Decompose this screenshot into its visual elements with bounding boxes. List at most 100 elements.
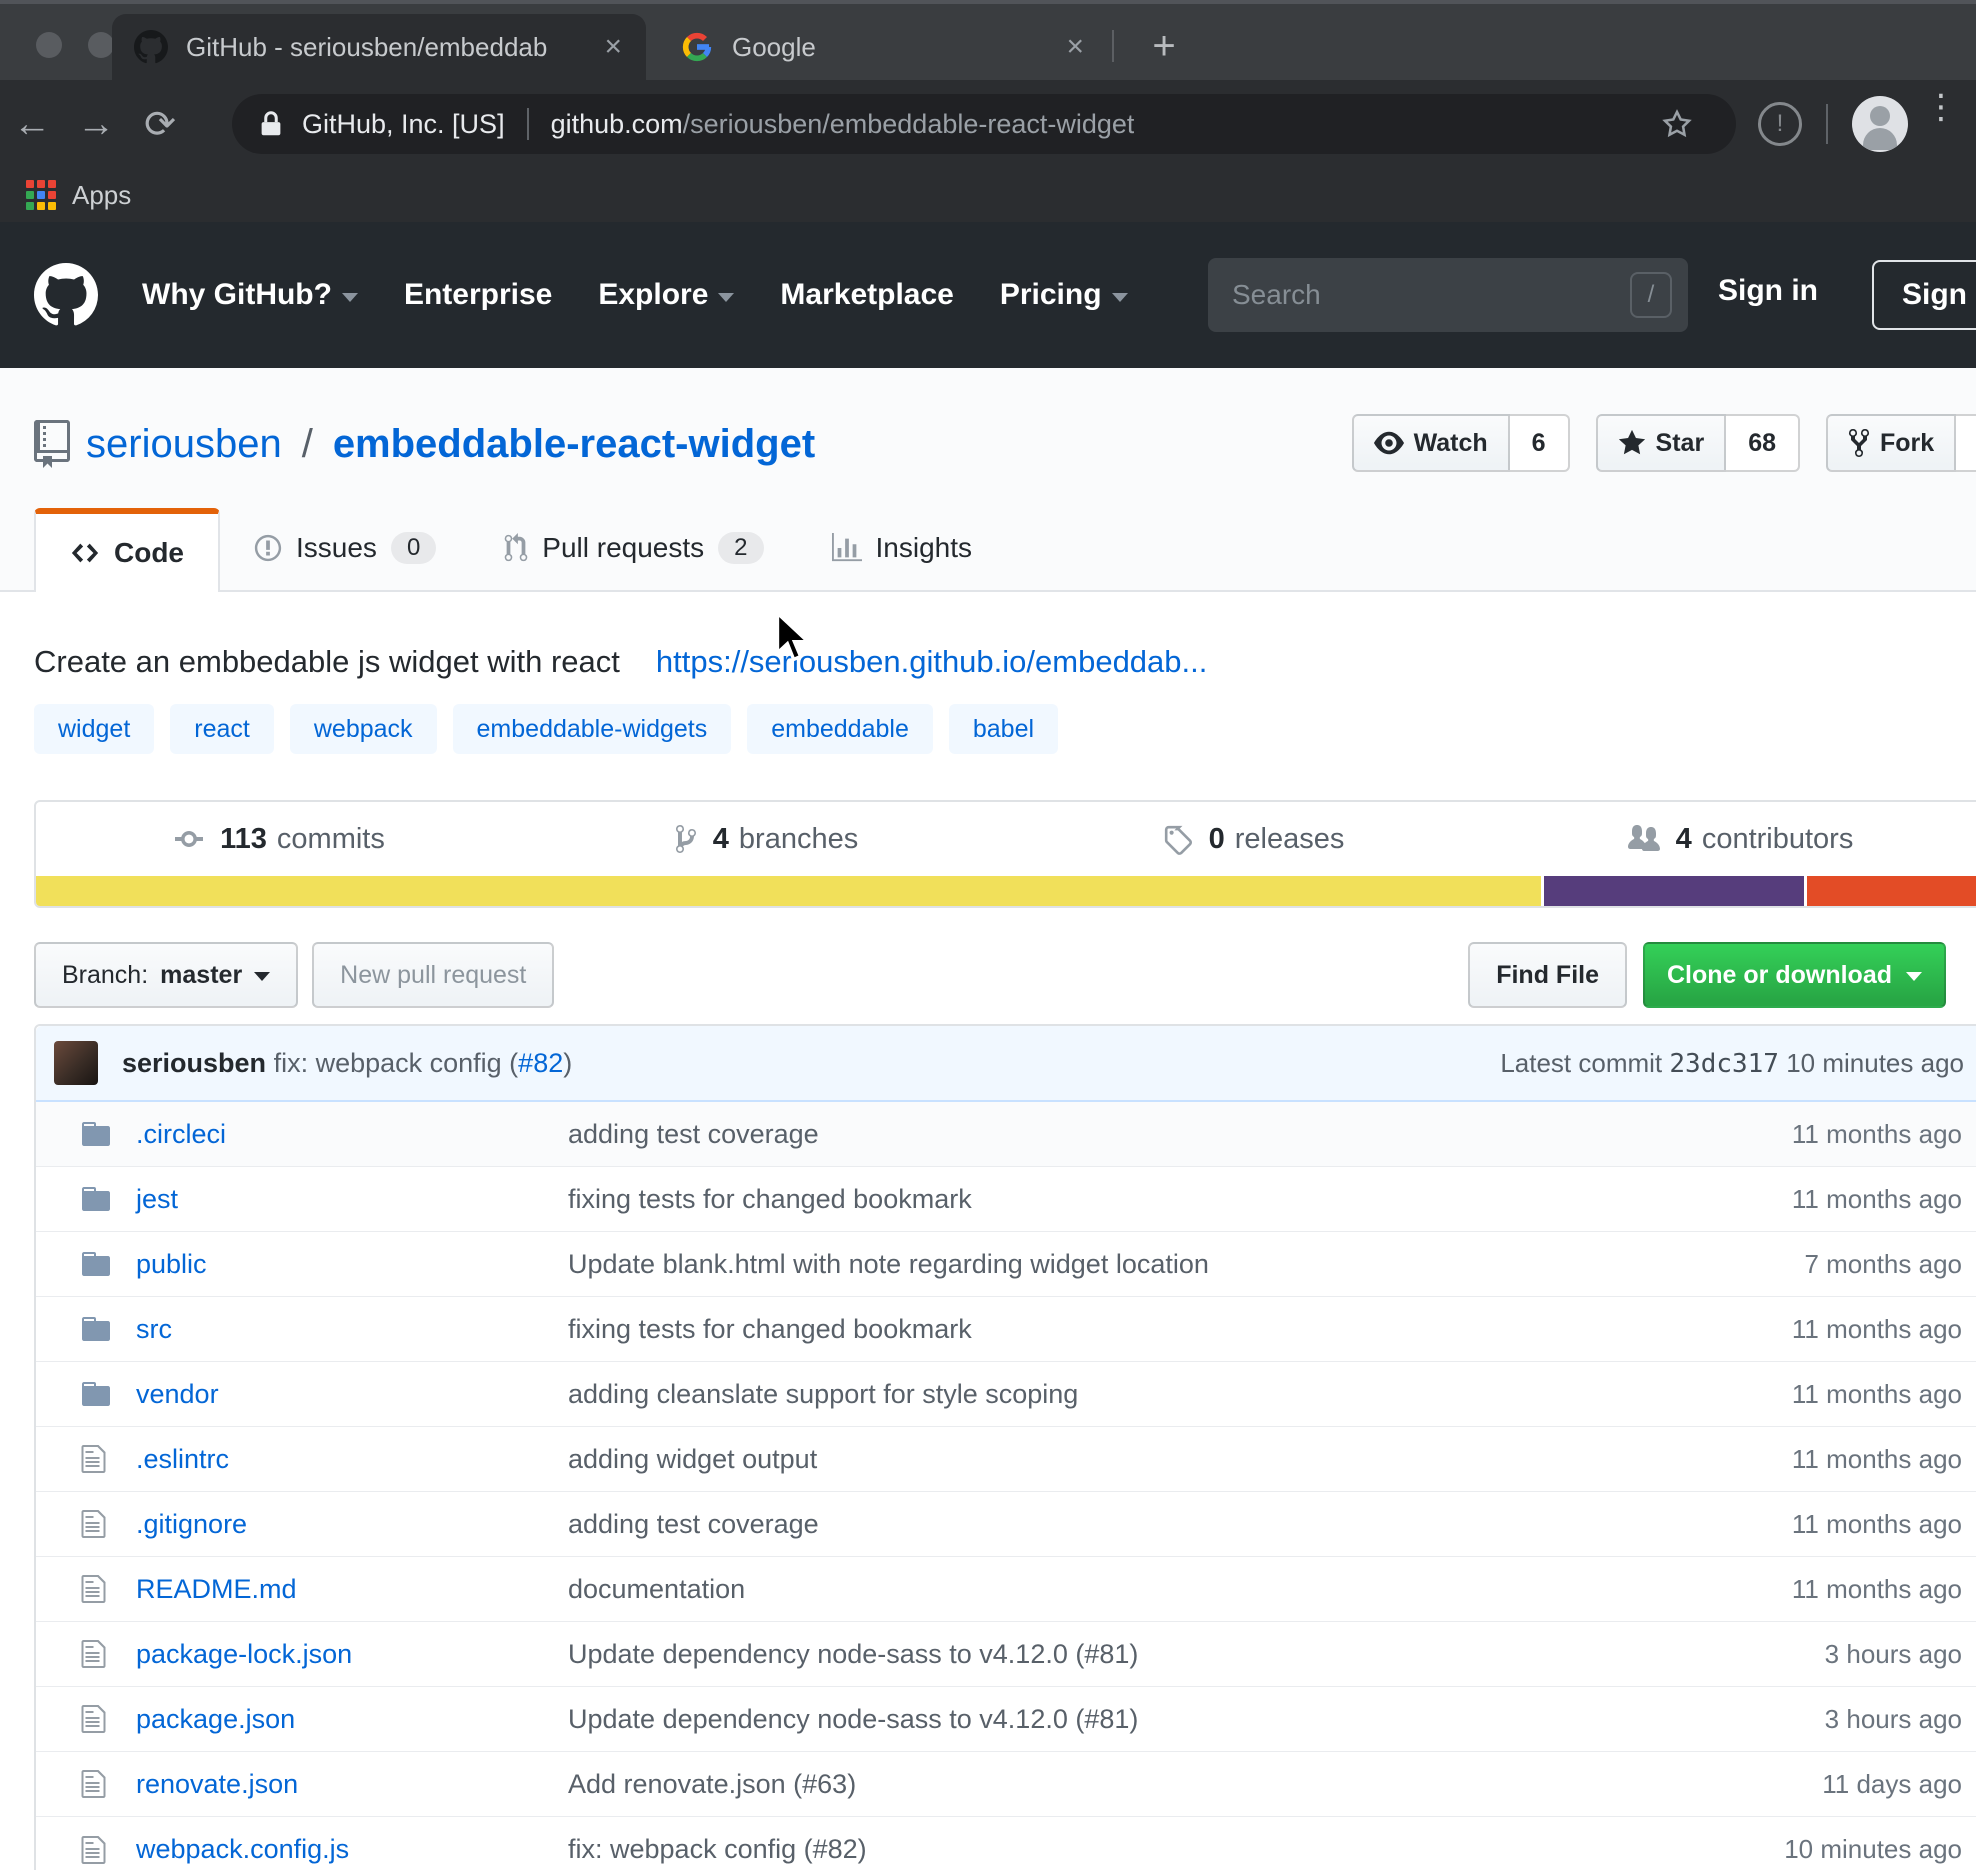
fork-icon (1848, 427, 1870, 459)
site-identity[interactable]: GitHub, Inc. [US] (302, 109, 505, 140)
file-age: 3 hours ago (1574, 1639, 1976, 1670)
bookmark-star-icon[interactable] (1660, 107, 1694, 141)
github-nav-item[interactable]: Marketplace (780, 278, 953, 312)
star-count[interactable]: 68 (1726, 414, 1800, 472)
file-row: srcfixing tests for changed bookmark11 m… (36, 1297, 1976, 1362)
branches-stat[interactable]: 4branches (523, 823, 1010, 856)
forward-button[interactable]: → (64, 103, 128, 146)
fork-count[interactable]: 14 (1956, 414, 1976, 472)
browser-tab-strip: GitHub - seriousben/embeddab × Google × … (0, 0, 1976, 80)
language-segment-javascript[interactable] (36, 876, 1544, 906)
pr-link[interactable]: #82 (518, 1048, 563, 1078)
file-name-link[interactable]: renovate.json (136, 1769, 568, 1800)
branch-select-button[interactable]: Branch: master (34, 942, 298, 1008)
find-file-button[interactable]: Find File (1468, 942, 1627, 1008)
new-tab-button[interactable]: + (1136, 22, 1192, 70)
commit-message-link[interactable]: Update dependency node-sass to v4.12.0 (… (568, 1704, 1574, 1735)
file-age: 11 months ago (1574, 1574, 1976, 1605)
tab-code[interactable]: Code (34, 508, 220, 592)
tab-issues[interactable]: Issues0 (220, 506, 470, 590)
file-name-link[interactable]: public (136, 1249, 568, 1280)
topic-pill[interactable]: babel (949, 704, 1058, 754)
github-nav-item[interactable]: Pricing (1000, 278, 1128, 312)
fork-button[interactable]: Fork (1826, 414, 1956, 472)
language-bar[interactable] (36, 876, 1976, 906)
commit-message-link[interactable]: adding cleanslate support for style scop… (568, 1379, 1574, 1410)
url-divider (527, 108, 529, 140)
repo-name-link[interactable]: embeddable-react-widget (333, 422, 815, 467)
commit-message-link[interactable]: adding widget output (568, 1444, 1574, 1475)
window-minimize-button[interactable] (88, 32, 114, 58)
repo-website-link[interactable]: https://seriousben.github.io/embeddab... (656, 644, 1207, 680)
commit-author-avatar[interactable] (54, 1041, 98, 1085)
sign-up-button[interactable]: Sign up (1872, 260, 1976, 330)
language-segment-css[interactable] (1544, 876, 1807, 906)
releases-stat[interactable]: 0releases (1010, 823, 1497, 856)
github-nav-item[interactable]: Enterprise (404, 278, 552, 312)
topic-pill[interactable]: react (170, 704, 274, 754)
window-close-button[interactable] (36, 32, 62, 58)
topic-pill[interactable]: webpack (290, 704, 437, 754)
clone-or-download-button[interactable]: Clone or download (1643, 942, 1946, 1008)
repo-title: seriousben / embeddable-react-widget (34, 420, 1352, 468)
watch-button[interactable]: Watch (1352, 414, 1510, 472)
file-row: README.mddocumentation11 months ago (36, 1557, 1976, 1622)
topic-pill[interactable]: embeddable-widgets (453, 704, 732, 754)
file-name-link[interactable]: webpack.config.js (136, 1834, 568, 1865)
sign-in-link[interactable]: Sign in (1718, 274, 1818, 308)
new-pull-request-button[interactable]: New pull request (312, 942, 554, 1008)
file-name-link[interactable]: src (136, 1314, 568, 1345)
tab-close-icon[interactable]: × (598, 30, 628, 64)
commit-message-link[interactable]: fixing tests for changed bookmark (568, 1184, 1574, 1215)
file-name-link[interactable]: package-lock.json (136, 1639, 568, 1670)
file-age: 11 months ago (1574, 1379, 1976, 1410)
commit-message-link[interactable]: adding test coverage (568, 1119, 1574, 1150)
commit-message[interactable]: seriousben fix: webpack config (#82) (122, 1048, 1500, 1079)
tab-title: Google (732, 32, 1060, 63)
commit-sha[interactable]: 23dc317 (1669, 1049, 1779, 1079)
github-logo-icon[interactable] (34, 263, 98, 327)
commit-message-link[interactable]: Update dependency node-sass to v4.12.0 (… (568, 1639, 1574, 1670)
browser-tab-google[interactable]: Google × (658, 14, 1108, 80)
tab-insights[interactable]: Insights (798, 506, 1007, 590)
file-name-link[interactable]: .gitignore (136, 1509, 568, 1540)
github-nav-item[interactable]: Explore (598, 278, 734, 312)
file-name-link[interactable]: package.json (136, 1704, 568, 1735)
topic-pill[interactable]: widget (34, 704, 154, 754)
github-search-box[interactable]: Search / (1208, 258, 1688, 332)
github-nav-item[interactable]: Why GitHub? (142, 278, 358, 312)
issue-icon (254, 533, 282, 563)
reload-button[interactable]: ⟳ (128, 102, 192, 147)
bookmark-apps[interactable]: Apps (72, 180, 131, 211)
watch-count[interactable]: 6 (1510, 414, 1570, 472)
back-button[interactable]: ← (0, 103, 64, 146)
address-bar[interactable]: GitHub, Inc. [US] github.com/seriousben/… (232, 94, 1736, 154)
topic-pill[interactable]: embeddable (747, 704, 933, 754)
repo-owner-link[interactable]: seriousben (86, 422, 282, 467)
repo-icon (34, 420, 70, 468)
commit-message-link[interactable]: Update blank.html with note regarding wi… (568, 1249, 1574, 1280)
file-name-link[interactable]: jest (136, 1184, 568, 1215)
commit-message-link[interactable]: documentation (568, 1574, 1574, 1605)
browser-profile-avatar[interactable] (1852, 96, 1908, 152)
file-name-link[interactable]: README.md (136, 1574, 568, 1605)
lock-icon (256, 109, 286, 139)
commit-message-link[interactable]: adding test coverage (568, 1509, 1574, 1540)
commit-message-link[interactable]: fixing tests for changed bookmark (568, 1314, 1574, 1345)
tab-close-icon[interactable]: × (1060, 30, 1090, 64)
commit-message-link[interactable]: Add renovate.json (#63) (568, 1769, 1574, 1800)
url-path: /seriousben/embeddable-react-widget (683, 109, 1135, 140)
tab-pull-requests[interactable]: Pull requests2 (470, 506, 797, 590)
contributors-stat[interactable]: 4contributors (1497, 823, 1976, 856)
commits-stat[interactable]: 113commits (36, 823, 523, 856)
graph-icon (832, 533, 862, 563)
file-name-link[interactable]: vendor (136, 1379, 568, 1410)
file-name-link[interactable]: .eslintrc (136, 1444, 568, 1475)
extension-icon[interactable]: ! (1758, 102, 1802, 146)
star-button[interactable]: Star (1596, 414, 1727, 472)
browser-menu-icon[interactable]: ⋮ (1924, 98, 1954, 116)
file-name-link[interactable]: .circleci (136, 1119, 568, 1150)
language-segment-html[interactable] (1807, 876, 1976, 906)
commit-message-link[interactable]: fix: webpack config (#82) (568, 1834, 1574, 1865)
browser-tab-github[interactable]: GitHub - seriousben/embeddab × (112, 14, 646, 80)
